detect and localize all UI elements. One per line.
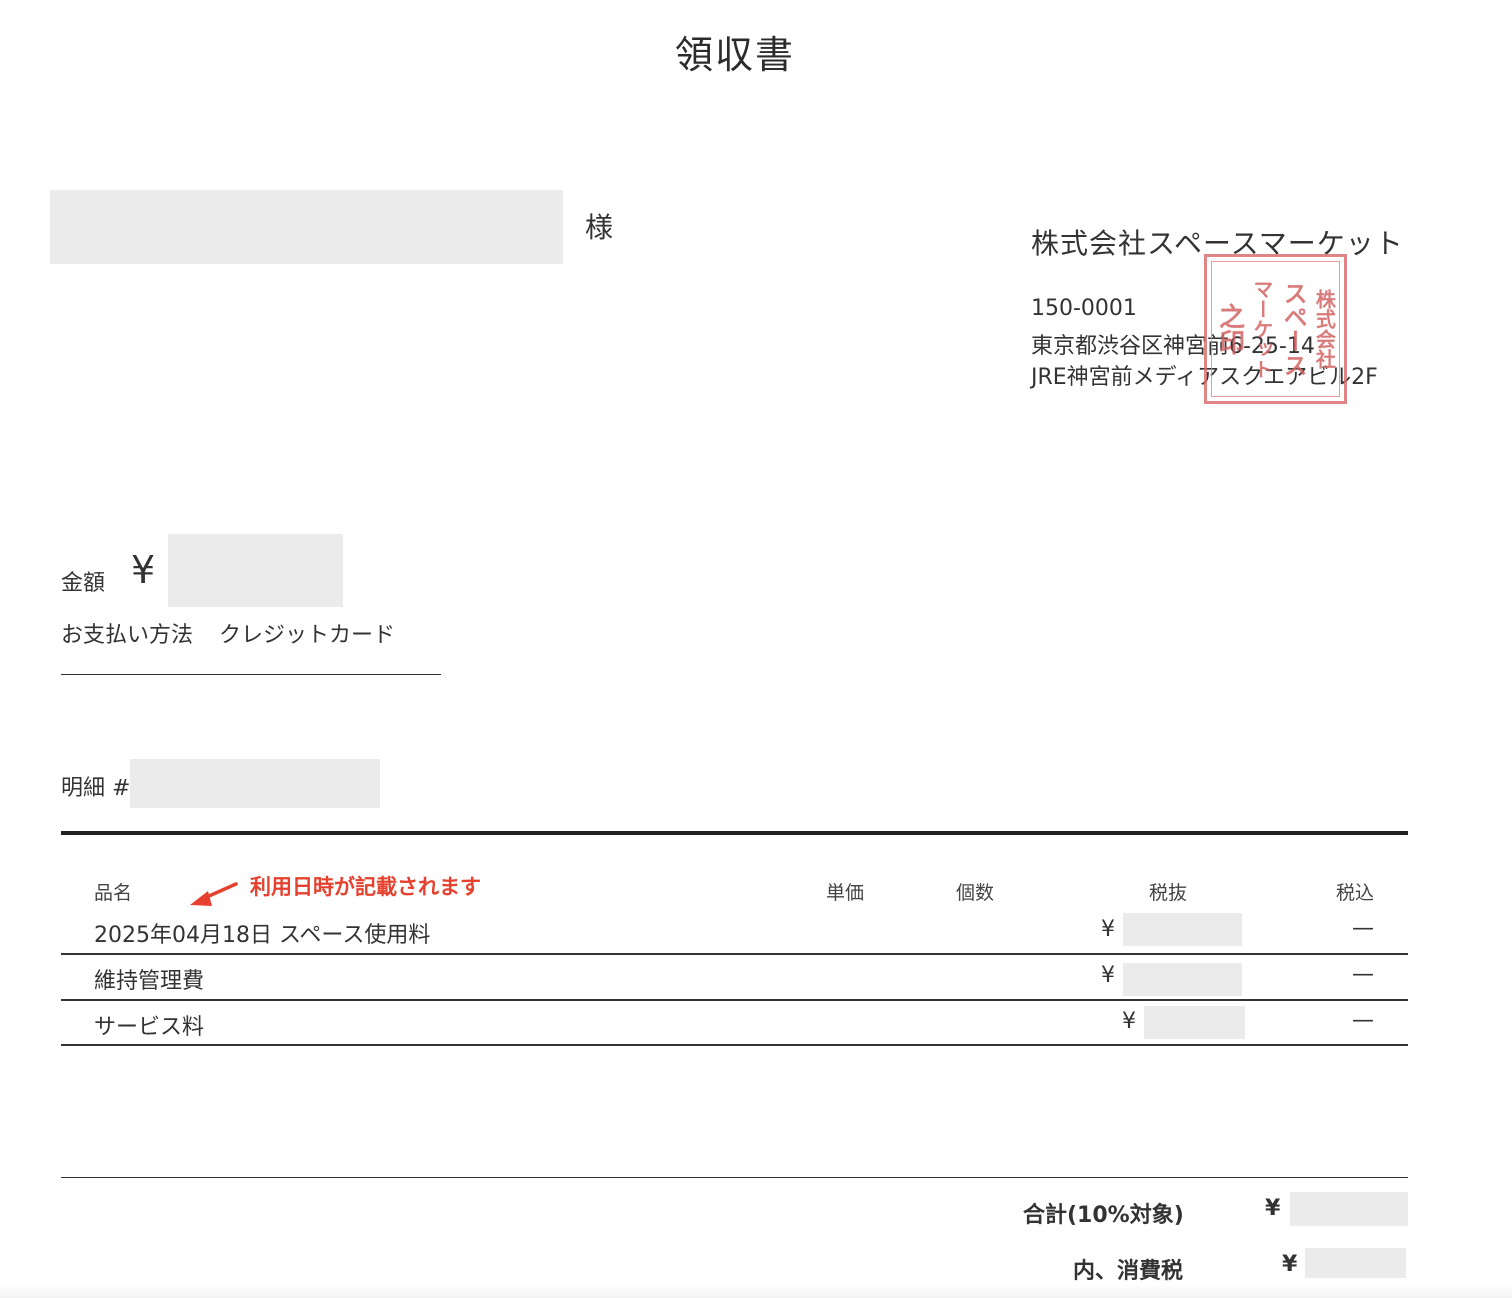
tax-value-redacted	[1305, 1248, 1406, 1278]
row-excl-redacted	[1123, 913, 1242, 946]
amount-value-redacted	[168, 534, 343, 607]
annotation-note: 利用日時が記載されます	[250, 875, 481, 899]
issuer-postal: 150-0001	[1031, 296, 1137, 321]
recipient-suffix: 様	[585, 211, 614, 244]
row-excl-redacted	[1144, 1006, 1245, 1039]
amount-currency: ¥	[131, 548, 156, 592]
table-top-rule	[61, 831, 1408, 835]
total-value-redacted	[1290, 1192, 1408, 1226]
row-incl-value: —	[1352, 1008, 1374, 1033]
amount-divider	[61, 674, 441, 675]
page-title: 領収書	[674, 33, 795, 77]
seal-column: 株式会社	[1312, 289, 1337, 369]
row-divider	[61, 1044, 1408, 1046]
tax-label: 内、消費税	[1073, 1259, 1184, 1284]
payment-method-value: クレジットカード	[219, 623, 396, 648]
recipient-name-redacted	[50, 190, 563, 264]
header-quantity: 個数	[956, 882, 995, 904]
row-currency: ¥	[1122, 1009, 1136, 1034]
header-incl-tax: 税込	[1336, 882, 1375, 904]
row-item-name: 維持管理費	[94, 969, 205, 994]
row-item-name: 2025年04月18日 スペース使用料	[94, 923, 431, 948]
row-currency: ¥	[1101, 963, 1115, 988]
row-divider	[61, 999, 1408, 1001]
company-seal: 株式会社 スペース マーケット 之印	[1204, 254, 1347, 404]
row-incl-value: —	[1352, 916, 1374, 941]
arrow-icon	[190, 882, 238, 906]
row-currency: ¥	[1101, 917, 1115, 942]
amount-label: 金額	[61, 571, 106, 596]
tax-currency: ¥	[1282, 1252, 1298, 1277]
seal-column: スペース	[1279, 281, 1308, 377]
total-currency: ¥	[1265, 1196, 1281, 1221]
statement-number-label: 明細 #	[61, 776, 131, 801]
totals-divider	[61, 1177, 1408, 1178]
header-unit-price: 単価	[826, 882, 865, 904]
row-divider	[61, 953, 1408, 955]
seal-column: 之印	[1214, 303, 1245, 355]
header-excl-tax: 税抜	[1149, 882, 1188, 904]
row-item-name: サービス料	[94, 1015, 205, 1040]
seal-column: マーケット	[1249, 279, 1274, 379]
header-item: 品名	[94, 882, 133, 904]
row-excl-redacted	[1123, 963, 1242, 996]
total-label: 合計(10%対象)	[1023, 1203, 1184, 1228]
row-incl-value: —	[1352, 962, 1374, 987]
payment-method-label: お支払い方法	[61, 623, 194, 648]
statement-number-redacted	[130, 759, 380, 808]
page-bottom-edge	[0, 1284, 1512, 1298]
